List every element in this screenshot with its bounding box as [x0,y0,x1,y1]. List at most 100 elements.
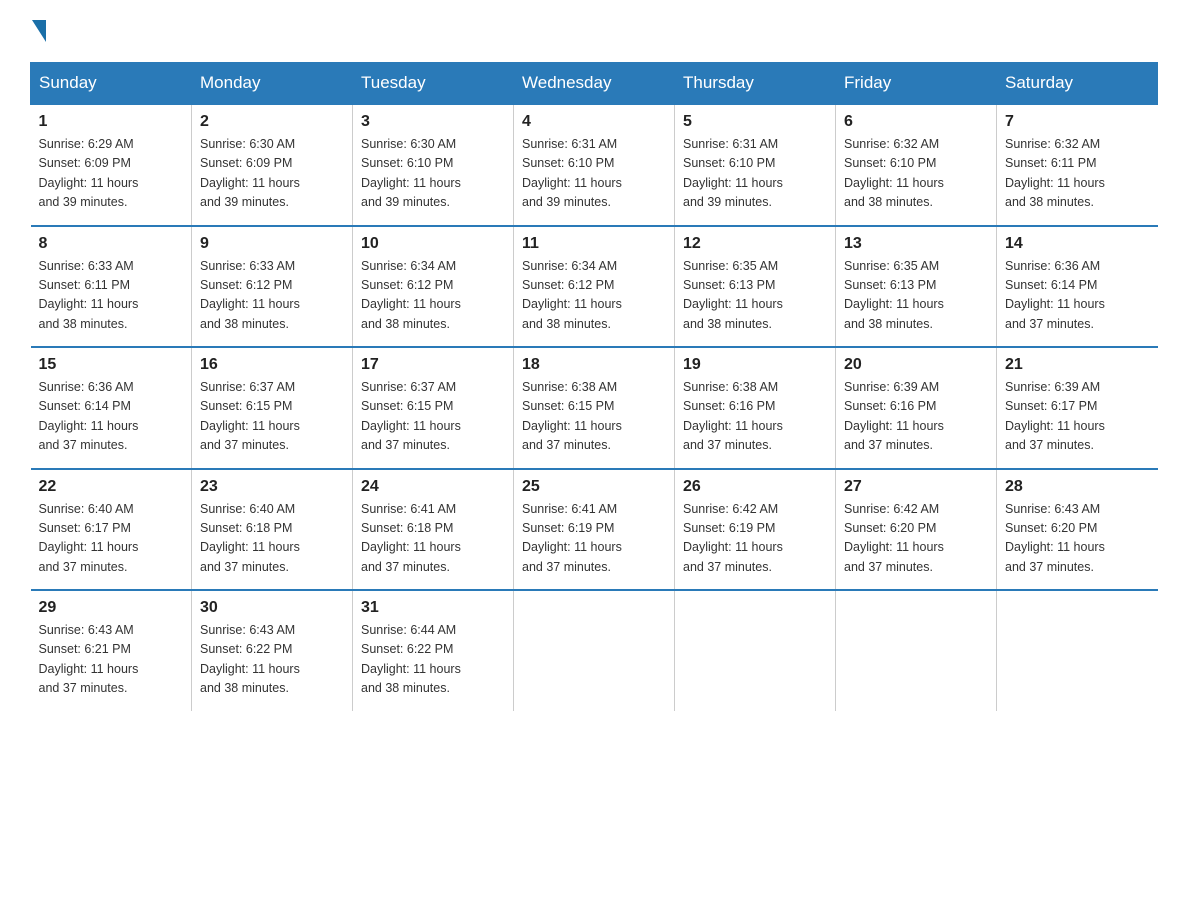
day-info: Sunrise: 6:34 AM Sunset: 6:12 PM Dayligh… [361,257,505,335]
day-info: Sunrise: 6:35 AM Sunset: 6:13 PM Dayligh… [844,257,988,335]
logo [30,20,48,42]
calendar-cell: 11 Sunrise: 6:34 AM Sunset: 6:12 PM Dayl… [514,226,675,348]
calendar-cell: 5 Sunrise: 6:31 AM Sunset: 6:10 PM Dayli… [675,104,836,226]
day-number: 26 [683,478,827,496]
day-info: Sunrise: 6:38 AM Sunset: 6:16 PM Dayligh… [683,378,827,456]
day-info: Sunrise: 6:44 AM Sunset: 6:22 PM Dayligh… [361,621,505,699]
calendar-cell: 25 Sunrise: 6:41 AM Sunset: 6:19 PM Dayl… [514,469,675,591]
day-number: 2 [200,113,344,131]
calendar-cell: 9 Sunrise: 6:33 AM Sunset: 6:12 PM Dayli… [192,226,353,348]
calendar-cell: 16 Sunrise: 6:37 AM Sunset: 6:15 PM Dayl… [192,347,353,469]
calendar-cell: 26 Sunrise: 6:42 AM Sunset: 6:19 PM Dayl… [675,469,836,591]
calendar-cell: 10 Sunrise: 6:34 AM Sunset: 6:12 PM Dayl… [353,226,514,348]
calendar-cell: 18 Sunrise: 6:38 AM Sunset: 6:15 PM Dayl… [514,347,675,469]
calendar-body: 1 Sunrise: 6:29 AM Sunset: 6:09 PM Dayli… [31,104,1158,711]
day-info: Sunrise: 6:42 AM Sunset: 6:20 PM Dayligh… [844,500,988,578]
day-info: Sunrise: 6:33 AM Sunset: 6:11 PM Dayligh… [39,257,184,335]
day-info: Sunrise: 6:35 AM Sunset: 6:13 PM Dayligh… [683,257,827,335]
calendar-cell: 24 Sunrise: 6:41 AM Sunset: 6:18 PM Dayl… [353,469,514,591]
header-day-monday: Monday [192,63,353,105]
calendar-cell: 8 Sunrise: 6:33 AM Sunset: 6:11 PM Dayli… [31,226,192,348]
day-info: Sunrise: 6:30 AM Sunset: 6:09 PM Dayligh… [200,135,344,213]
calendar-week-4: 22 Sunrise: 6:40 AM Sunset: 6:17 PM Dayl… [31,469,1158,591]
day-info: Sunrise: 6:31 AM Sunset: 6:10 PM Dayligh… [522,135,666,213]
header-day-thursday: Thursday [675,63,836,105]
day-info: Sunrise: 6:38 AM Sunset: 6:15 PM Dayligh… [522,378,666,456]
day-info: Sunrise: 6:42 AM Sunset: 6:19 PM Dayligh… [683,500,827,578]
day-number: 4 [522,113,666,131]
day-number: 20 [844,356,988,374]
calendar-cell: 21 Sunrise: 6:39 AM Sunset: 6:17 PM Dayl… [997,347,1158,469]
day-number: 9 [200,235,344,253]
header-day-wednesday: Wednesday [514,63,675,105]
header-day-saturday: Saturday [997,63,1158,105]
calendar-cell: 30 Sunrise: 6:43 AM Sunset: 6:22 PM Dayl… [192,590,353,711]
day-info: Sunrise: 6:43 AM Sunset: 6:22 PM Dayligh… [200,621,344,699]
day-number: 6 [844,113,988,131]
header-row: SundayMondayTuesdayWednesdayThursdayFrid… [31,63,1158,105]
day-info: Sunrise: 6:41 AM Sunset: 6:19 PM Dayligh… [522,500,666,578]
day-info: Sunrise: 6:39 AM Sunset: 6:17 PM Dayligh… [1005,378,1150,456]
header-day-tuesday: Tuesday [353,63,514,105]
calendar-cell: 1 Sunrise: 6:29 AM Sunset: 6:09 PM Dayli… [31,104,192,226]
calendar-cell: 19 Sunrise: 6:38 AM Sunset: 6:16 PM Dayl… [675,347,836,469]
day-number: 19 [683,356,827,374]
day-number: 12 [683,235,827,253]
day-number: 3 [361,113,505,131]
day-info: Sunrise: 6:29 AM Sunset: 6:09 PM Dayligh… [39,135,184,213]
day-info: Sunrise: 6:43 AM Sunset: 6:20 PM Dayligh… [1005,500,1150,578]
calendar-cell: 7 Sunrise: 6:32 AM Sunset: 6:11 PM Dayli… [997,104,1158,226]
calendar-cell [675,590,836,711]
day-number: 17 [361,356,505,374]
day-number: 11 [522,235,666,253]
calendar-cell: 23 Sunrise: 6:40 AM Sunset: 6:18 PM Dayl… [192,469,353,591]
calendar-cell: 22 Sunrise: 6:40 AM Sunset: 6:17 PM Dayl… [31,469,192,591]
day-info: Sunrise: 6:33 AM Sunset: 6:12 PM Dayligh… [200,257,344,335]
calendar-cell: 12 Sunrise: 6:35 AM Sunset: 6:13 PM Dayl… [675,226,836,348]
day-number: 22 [39,478,184,496]
calendar-week-5: 29 Sunrise: 6:43 AM Sunset: 6:21 PM Dayl… [31,590,1158,711]
day-number: 30 [200,599,344,617]
day-info: Sunrise: 6:40 AM Sunset: 6:17 PM Dayligh… [39,500,184,578]
day-number: 5 [683,113,827,131]
page-header [30,20,1158,42]
day-info: Sunrise: 6:37 AM Sunset: 6:15 PM Dayligh… [200,378,344,456]
day-info: Sunrise: 6:32 AM Sunset: 6:11 PM Dayligh… [1005,135,1150,213]
calendar-week-3: 15 Sunrise: 6:36 AM Sunset: 6:14 PM Dayl… [31,347,1158,469]
calendar-cell [514,590,675,711]
calendar-cell: 14 Sunrise: 6:36 AM Sunset: 6:14 PM Dayl… [997,226,1158,348]
day-info: Sunrise: 6:41 AM Sunset: 6:18 PM Dayligh… [361,500,505,578]
logo-arrow-icon [32,20,46,42]
day-number: 15 [39,356,184,374]
day-info: Sunrise: 6:36 AM Sunset: 6:14 PM Dayligh… [1005,257,1150,335]
day-number: 28 [1005,478,1150,496]
calendar-cell: 4 Sunrise: 6:31 AM Sunset: 6:10 PM Dayli… [514,104,675,226]
day-number: 27 [844,478,988,496]
calendar-cell: 6 Sunrise: 6:32 AM Sunset: 6:10 PM Dayli… [836,104,997,226]
calendar-week-2: 8 Sunrise: 6:33 AM Sunset: 6:11 PM Dayli… [31,226,1158,348]
day-number: 8 [39,235,184,253]
day-info: Sunrise: 6:36 AM Sunset: 6:14 PM Dayligh… [39,378,184,456]
day-info: Sunrise: 6:39 AM Sunset: 6:16 PM Dayligh… [844,378,988,456]
calendar-cell: 31 Sunrise: 6:44 AM Sunset: 6:22 PM Dayl… [353,590,514,711]
day-number: 21 [1005,356,1150,374]
calendar-cell: 15 Sunrise: 6:36 AM Sunset: 6:14 PM Dayl… [31,347,192,469]
header-day-sunday: Sunday [31,63,192,105]
day-number: 18 [522,356,666,374]
day-number: 29 [39,599,184,617]
day-number: 14 [1005,235,1150,253]
header-day-friday: Friday [836,63,997,105]
day-number: 7 [1005,113,1150,131]
day-number: 13 [844,235,988,253]
calendar-table: SundayMondayTuesdayWednesdayThursdayFrid… [30,62,1158,711]
day-number: 23 [200,478,344,496]
calendar-cell: 29 Sunrise: 6:43 AM Sunset: 6:21 PM Dayl… [31,590,192,711]
calendar-cell: 13 Sunrise: 6:35 AM Sunset: 6:13 PM Dayl… [836,226,997,348]
day-info: Sunrise: 6:34 AM Sunset: 6:12 PM Dayligh… [522,257,666,335]
day-info: Sunrise: 6:32 AM Sunset: 6:10 PM Dayligh… [844,135,988,213]
day-number: 10 [361,235,505,253]
day-info: Sunrise: 6:37 AM Sunset: 6:15 PM Dayligh… [361,378,505,456]
calendar-cell [836,590,997,711]
calendar-cell: 20 Sunrise: 6:39 AM Sunset: 6:16 PM Dayl… [836,347,997,469]
day-number: 31 [361,599,505,617]
